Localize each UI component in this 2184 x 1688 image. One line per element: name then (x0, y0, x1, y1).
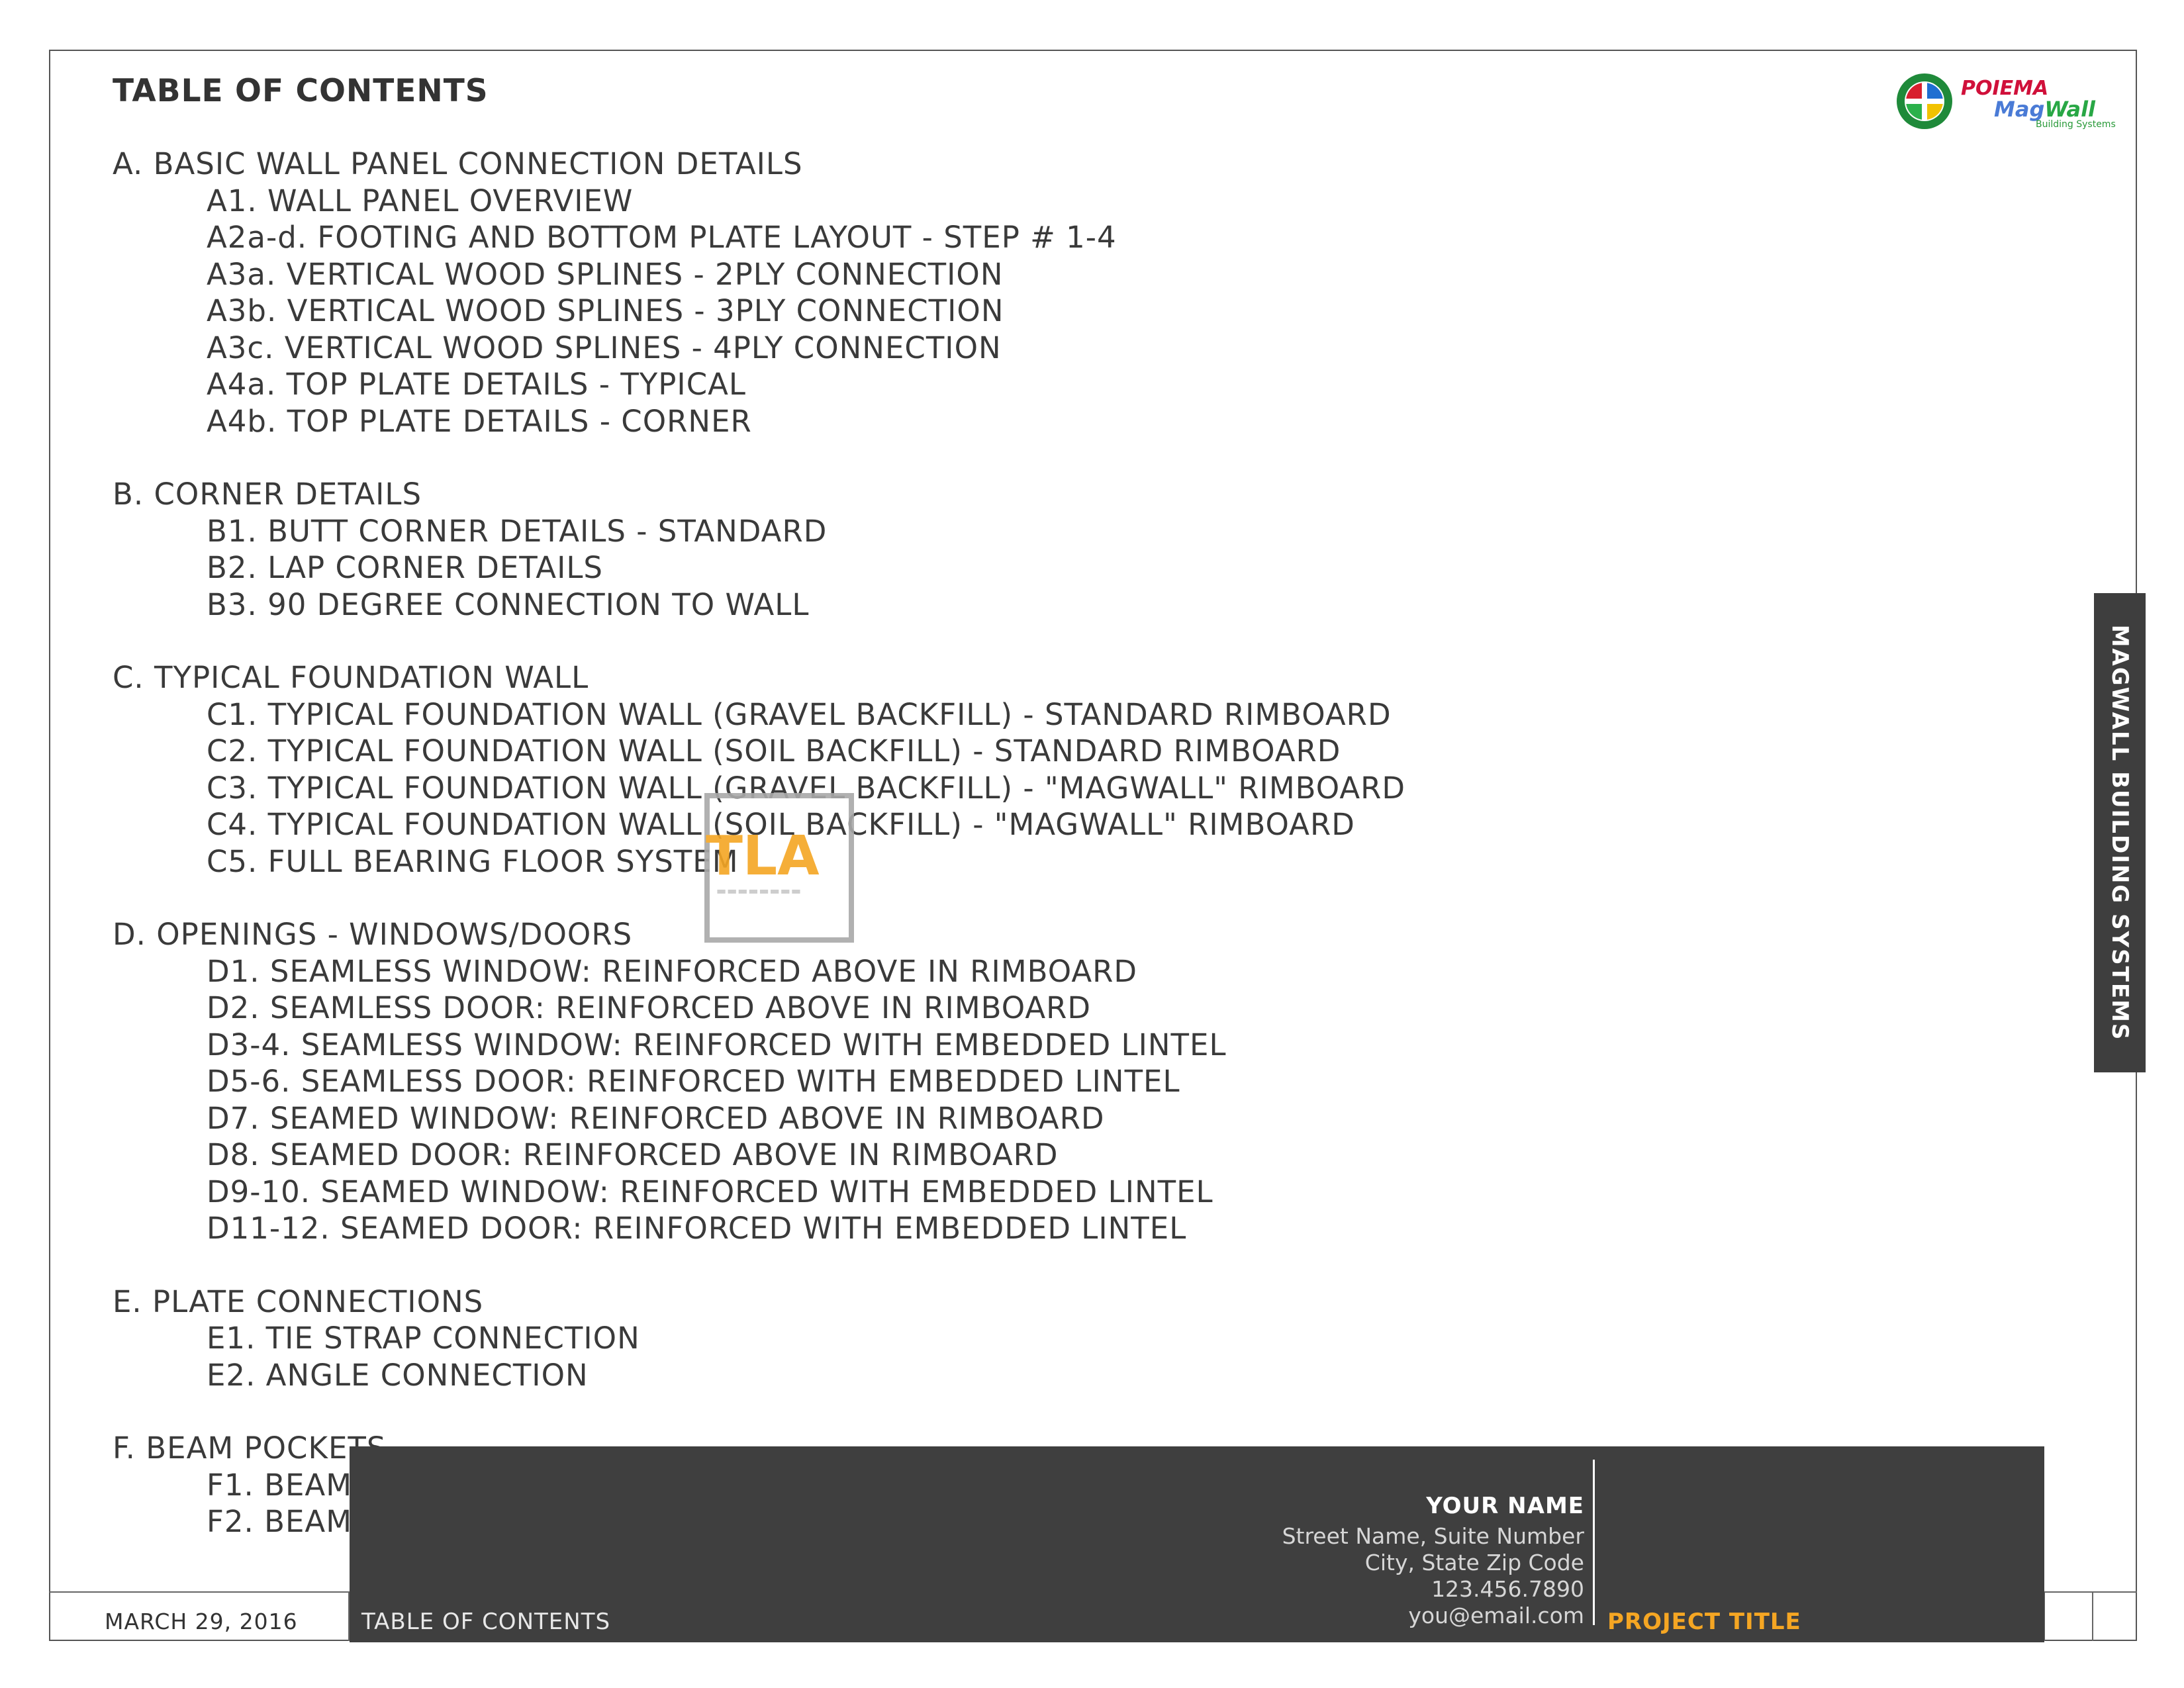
divider (2092, 1591, 2093, 1641)
project-title: PROJECT TITLE (1607, 1609, 1801, 1635)
contact-email: you@email.com (1408, 1603, 1584, 1628)
drawing-date: MARCH 29, 2016 (105, 1609, 298, 1634)
toc-entry: A4b. TOP PLATE DETAILS - CORNER (207, 403, 752, 439)
watermark-sub-icon: ▬▬▬▬▬▬▬▬ (716, 884, 802, 897)
table-of-contents: A. BASIC WALL PANEL CONNECTION DETAILS A1… (113, 146, 1635, 1577)
logo-magwall-text: MagWall (1994, 97, 2095, 122)
title-block: TABLE OF CONTENTS YOUR NAME Street Name,… (350, 1446, 2044, 1642)
side-tab: MAGWALL BUILDING SYSTEMS (2094, 593, 2146, 1072)
title-block-divider (1593, 1460, 1595, 1625)
toc-entry: C5. FULL BEARING FLOOR SYSTEM (207, 843, 739, 879)
contact-block: YOUR NAME Street Name, Suite Number City… (1282, 1493, 1584, 1629)
toc-entry: D11-12. SEAMED DOOR: REINFORCED WITH EMB… (207, 1211, 1187, 1246)
toc-entry: D1. SEAMLESS WINDOW: REINFORCED ABOVE IN… (207, 953, 1138, 989)
contact-phone: 123.456.7890 (1431, 1576, 1584, 1602)
toc-section: A. BASIC WALL PANEL CONNECTION DETAILS A1… (113, 146, 1635, 440)
toc-entry: A3c. VERTICAL WOOD SPLINES - 4PLY CONNEC… (207, 330, 1002, 365)
sheet-title: TABLE OF CONTENTS (361, 1609, 611, 1635)
toc-section-heading: D. OPENINGS - WINDOWS/DOORS (113, 917, 633, 952)
toc-entry: A2a-d. FOOTING AND BOTTOM PLATE LAYOUT -… (207, 220, 1117, 255)
tla-watermark: TLA ▬▬▬▬▬▬▬▬ (704, 793, 854, 943)
toc-entry: A4a. TOP PLATE DETAILS - TYPICAL (207, 367, 746, 402)
contact-address-line-2: City, State Zip Code (1364, 1550, 1584, 1575)
toc-section: E. PLATE CONNECTIONS E1. TIE STRAP CONNEC… (113, 1284, 1635, 1394)
toc-section: C. TYPICAL FOUNDATION WALL C1. TYPICAL FO… (113, 659, 1635, 880)
toc-section-heading: E. PLATE CONNECTIONS (113, 1284, 484, 1319)
toc-entry: B2. LAP CORNER DETAILS (207, 550, 603, 585)
toc-entry: D2. SEAMLESS DOOR: REINFORCED ABOVE IN R… (207, 990, 1092, 1025)
logo-wall-text: Wall (2044, 97, 2095, 122)
toc-entry: D7. SEAMED WINDOW: REINFORCED ABOVE IN R… (207, 1100, 1105, 1136)
logo-subtitle: Building Systems (2036, 119, 2116, 130)
contact-name: YOUR NAME (1426, 1493, 1584, 1519)
toc-entry: A3b. VERTICAL WOOD SPLINES - 3PLY CONNEC… (207, 293, 1004, 328)
toc-entry: B1. BUTT CORNER DETAILS - STANDARD (207, 513, 828, 549)
toc-section: D. OPENINGS - WINDOWS/DOORS D1. SEAMLESS … (113, 916, 1635, 1247)
page-title: TABLE OF CONTENTS (113, 73, 489, 109)
toc-section-heading: C. TYPICAL FOUNDATION WALL (113, 660, 589, 695)
logo-mag-text: Mag (1994, 97, 2045, 122)
poiema-magwall-logo: POIEMA MagWall Building Systems (1895, 71, 2120, 131)
toc-entry: D9-10. SEAMED WINDOW: REINFORCED WITH EM… (207, 1174, 1213, 1209)
toc-entry: C3. TYPICAL FOUNDATION WALL (GRAVEL BACK… (207, 770, 1406, 806)
side-tab-label: MAGWALL BUILDING SYSTEMS (2107, 624, 2133, 1041)
toc-entry: D3-4. SEAMLESS WINDOW: REINFORCED WITH E… (207, 1027, 1227, 1062)
toc-entry: E2. ANGLE CONNECTION (207, 1357, 589, 1393)
logo-emblem-icon (1897, 73, 1952, 129)
toc-entry: D5-6. SEAMLESS DOOR: REINFORCED WITH EMB… (207, 1064, 1180, 1099)
toc-entry: C2. TYPICAL FOUNDATION WALL (SOIL BACKFI… (207, 733, 1341, 769)
toc-section-heading: B. CORNER DETAILS (113, 477, 422, 512)
toc-entry: A3a. VERTICAL WOOD SPLINES - 2PLY CONNEC… (207, 256, 1004, 292)
toc-entry: A1. WALL PANEL OVERVIEW (207, 183, 634, 218)
toc-entry: B3. 90 DEGREE CONNECTION TO WALL (207, 586, 810, 622)
toc-entry: E1. TIE STRAP CONNECTION (207, 1321, 640, 1356)
toc-entry: C1. TYPICAL FOUNDATION WALL (GRAVEL BACK… (207, 696, 1392, 732)
toc-section-heading: A. BASIC WALL PANEL CONNECTION DETAILS (113, 146, 803, 181)
watermark-text: TLA (706, 825, 820, 888)
contact-address-line-1: Street Name, Suite Number (1282, 1523, 1584, 1549)
toc-section: B. CORNER DETAILS B1. BUTT CORNER DETAILS… (113, 476, 1635, 623)
toc-entry: C4. TYPICAL FOUNDATION WALL (SOIL BACKFI… (207, 807, 1355, 842)
toc-entry: D8. SEAMED DOOR: REINFORCED ABOVE IN RIM… (207, 1137, 1059, 1172)
